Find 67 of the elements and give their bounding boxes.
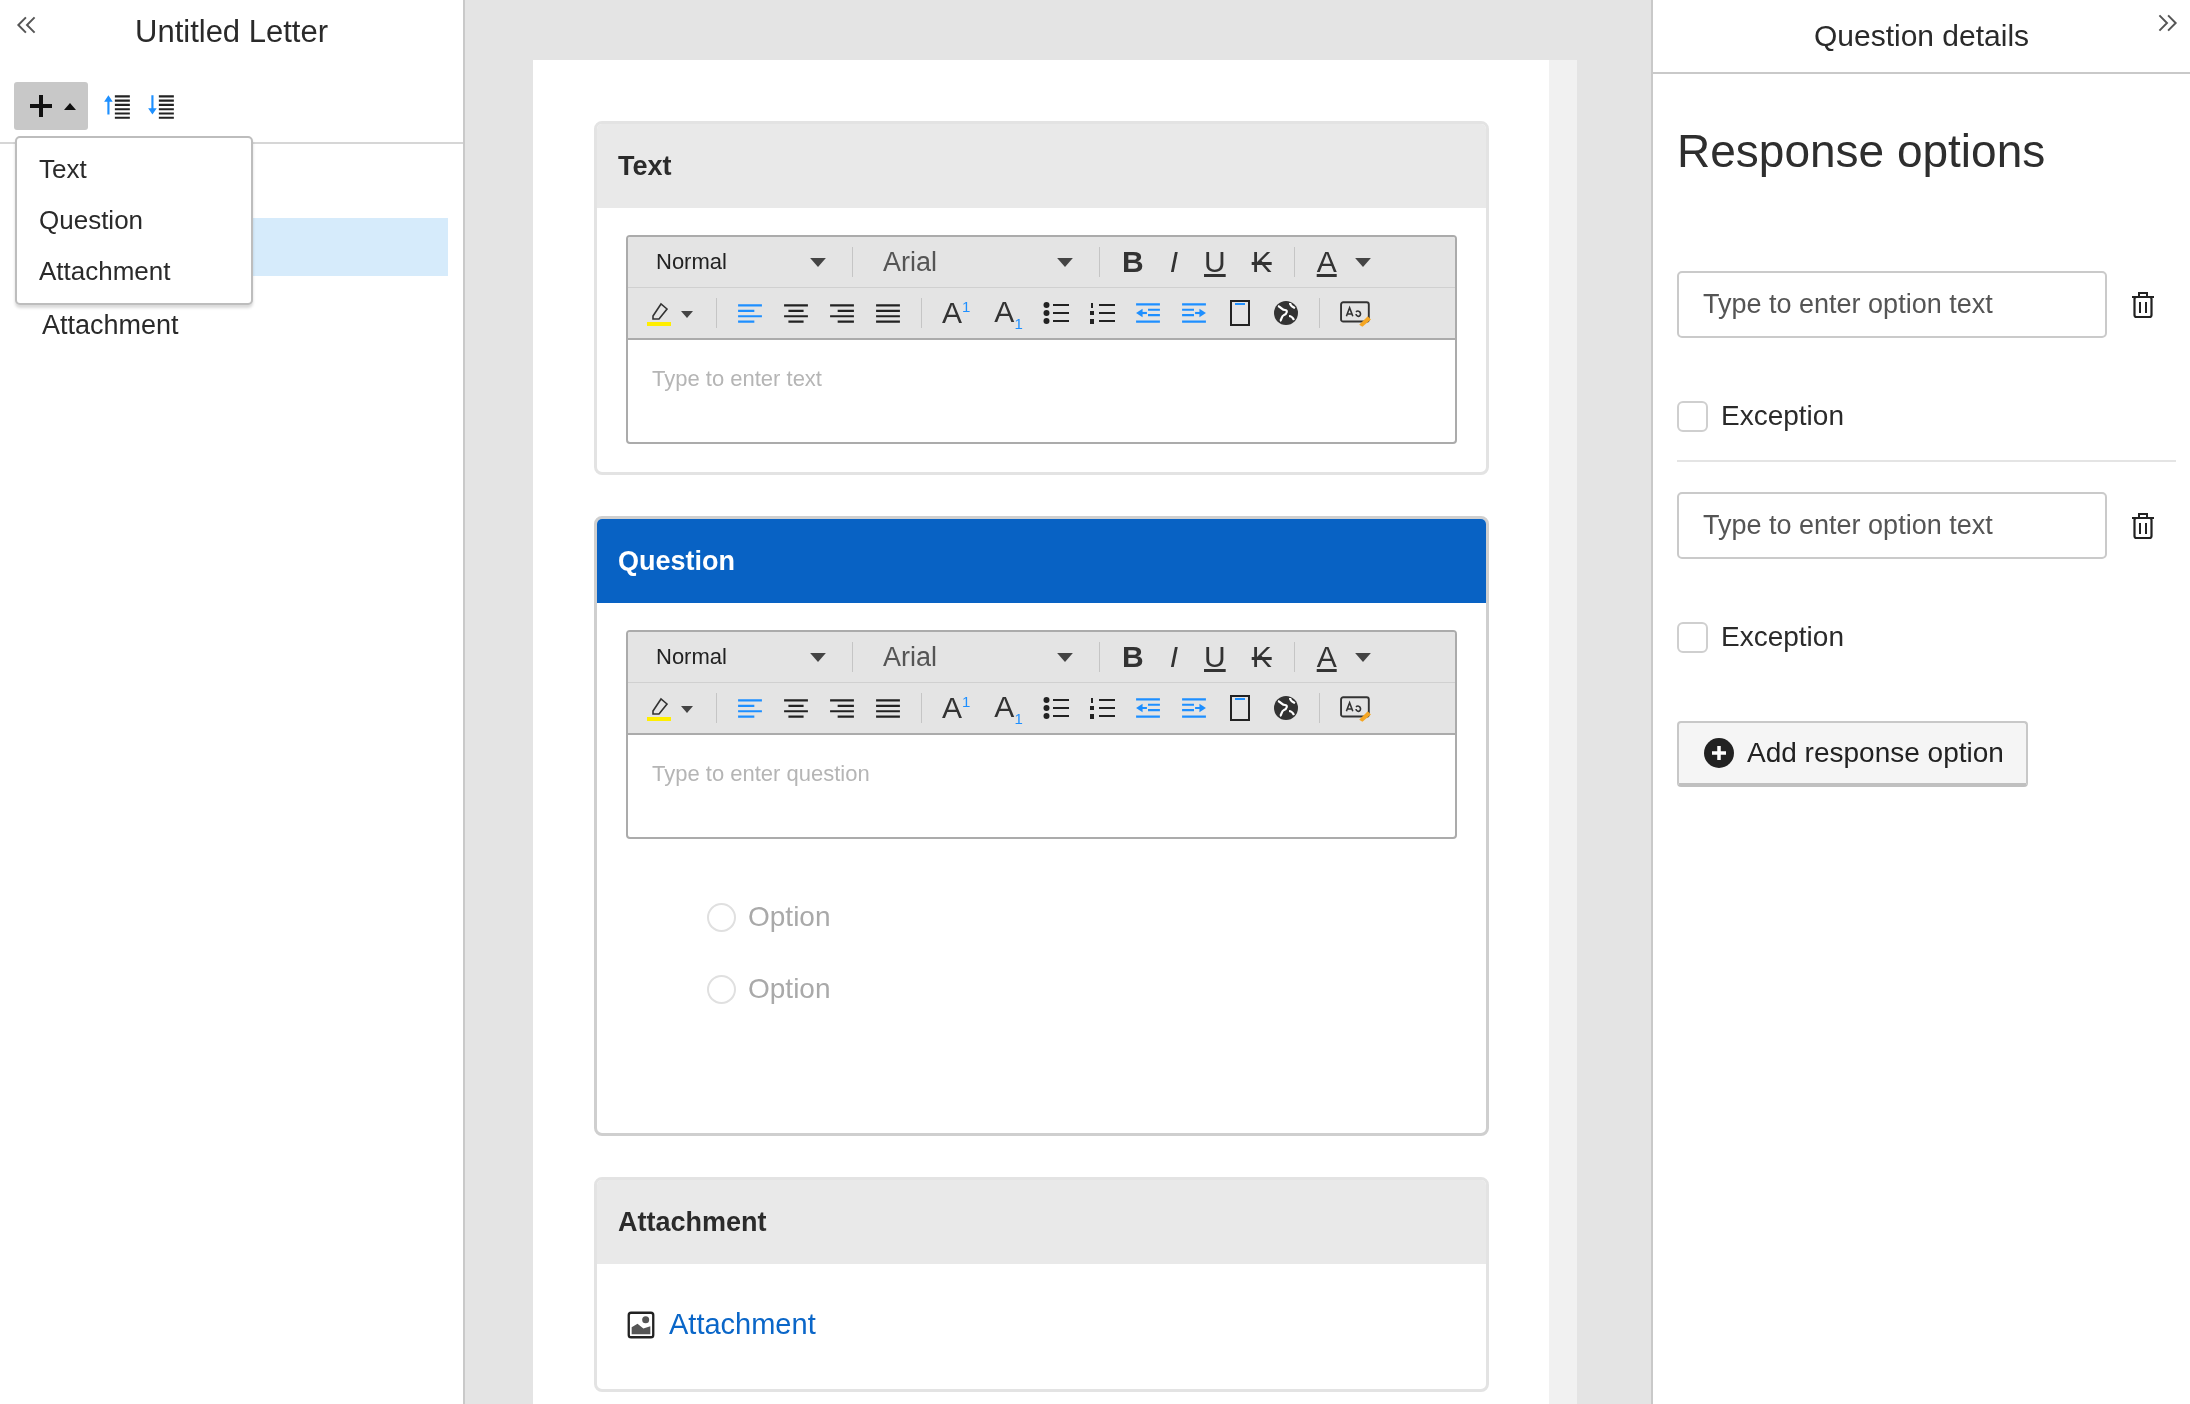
numbered-list-icon[interactable]	[1088, 300, 1115, 326]
checkbox[interactable]	[1677, 621, 1708, 653]
menu-item[interactable]: Attachment	[17, 246, 251, 297]
underline-button[interactable]: U	[1200, 245, 1230, 279]
clear-button[interactable]: K	[1247, 640, 1276, 674]
menu-item[interactable]: Question	[17, 195, 251, 246]
block-card[interactable]: Text Normal Arial B I U K A A$^{1}$ A$_{1}$ Type to enter text	[594, 121, 1489, 475]
globe-icon[interactable]	[1272, 695, 1299, 721]
block-card[interactable]: Question Normal Arial B I U K A A$^{1}$ A$_{1}$ Type to enter question Option Option	[594, 516, 1489, 1136]
caret-icon	[1354, 257, 1371, 267]
outdent-icon[interactable]	[1134, 300, 1161, 326]
image-icon	[627, 1310, 655, 1339]
globe-icon[interactable]	[1272, 300, 1299, 326]
document-title: Untitled Letter	[135, 14, 328, 50]
subscript-button[interactable]: A$_{1}$	[992, 294, 1023, 332]
radio-button[interactable]	[707, 902, 736, 932]
clear-button[interactable]: K	[1247, 245, 1276, 279]
caret-icon	[810, 652, 826, 662]
text-style-icon[interactable]	[1339, 299, 1372, 327]
subscript-button[interactable]: A$_{1}$	[992, 689, 1023, 727]
bold-button[interactable]: B	[1118, 640, 1148, 674]
block-title: Attachment	[618, 1206, 767, 1238]
superscript-button[interactable]: A$^{1}$	[942, 296, 973, 330]
option-label: Option	[748, 973, 831, 1005]
indent-icon[interactable]	[1180, 300, 1207, 326]
plus-circle-icon	[1703, 737, 1735, 769]
radio-button[interactable]	[707, 974, 736, 1004]
superscript-button[interactable]: A$^{1}$	[942, 691, 973, 725]
italic-button[interactable]: I	[1165, 640, 1182, 674]
trash-icon[interactable]	[2131, 511, 2155, 540]
section-heading: Response options	[1677, 124, 2047, 178]
underline-button[interactable]: U	[1200, 640, 1230, 674]
font-select[interactable]: Arial	[871, 641, 1081, 673]
outdent-icon[interactable]	[1134, 695, 1161, 721]
add-response-option-button[interactable]: Add response option	[1677, 721, 2028, 787]
block-card[interactable]: Attachment Attachment	[594, 1177, 1489, 1392]
move-up-icon[interactable]	[102, 92, 132, 120]
panel-title: Question details	[1813, 19, 2030, 53]
color-button[interactable]: A	[1312, 245, 1375, 279]
text-style-icon[interactable]	[1339, 694, 1372, 722]
font-select[interactable]: Arial	[871, 246, 1081, 278]
option-text-field[interactable]: Type to enter option text	[1677, 492, 2107, 559]
block-title: Question	[618, 545, 735, 577]
indent-icon[interactable]	[1180, 695, 1207, 721]
style-select[interactable]: Normal	[644, 249, 834, 275]
attachment-link[interactable]: Attachment	[669, 1308, 816, 1341]
block-title: Text	[618, 150, 672, 182]
option-text-field[interactable]: Type to enter option text	[1677, 271, 2107, 338]
caret-icon	[1057, 652, 1073, 662]
caret-icon	[810, 257, 826, 267]
style-select[interactable]: Normal	[644, 644, 834, 670]
exception-label: Exception	[1721, 400, 1844, 432]
color-button[interactable]: A	[1312, 640, 1375, 674]
bulleted-list-icon[interactable]	[1042, 300, 1069, 326]
add-button[interactable]	[14, 82, 88, 130]
caret-icon	[1354, 652, 1371, 662]
checkbox[interactable]	[1677, 400, 1708, 432]
option-label: Option	[748, 901, 831, 933]
menu-item[interactable]: Text	[17, 144, 251, 195]
exception-label: Exception	[1721, 621, 1844, 653]
bulleted-list-icon[interactable]	[1042, 695, 1069, 721]
trash-icon[interactable]	[2131, 290, 2155, 319]
numbered-list-icon[interactable]	[1088, 695, 1115, 721]
caret-icon	[1057, 257, 1073, 267]
bold-button[interactable]: B	[1118, 245, 1148, 279]
move-down-icon[interactable]	[146, 92, 176, 120]
italic-button[interactable]: I	[1165, 245, 1182, 279]
